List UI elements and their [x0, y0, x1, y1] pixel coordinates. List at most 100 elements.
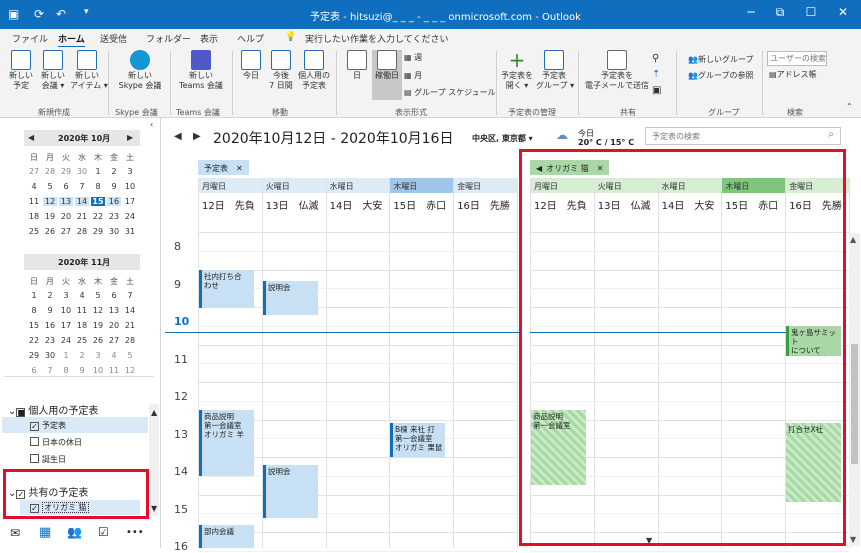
mini-cal-day[interactable]: 14 [123, 306, 137, 315]
prev-week-icon[interactable]: ◀ [174, 131, 182, 142]
scroll-down-icon[interactable]: ▼ [151, 504, 157, 513]
mini-cal-day[interactable]: 8 [59, 366, 73, 375]
mini-cal-day[interactable]: 24 [123, 212, 137, 221]
tell-me-box[interactable]: 実行したい作業を入力してください [305, 32, 448, 45]
personal-calendars-group[interactable]: ⌄■ 個人用の予定表 [8, 402, 98, 417]
open-calendar-button[interactable]: + 予定表を 開く ▾ [500, 50, 534, 91]
mini-cal-day[interactable]: 9 [75, 366, 89, 375]
mini-cal-day[interactable]: 20 [107, 321, 121, 330]
mini-cal-day[interactable]: 16 [107, 197, 121, 206]
mini-cal-day[interactable]: 19 [91, 321, 105, 330]
tab-send-receive[interactable]: 送受信 [100, 32, 127, 45]
mini-cal-day[interactable]: 27 [59, 227, 73, 236]
mini-cal-day[interactable]: 25 [75, 336, 89, 345]
next-7-days-button[interactable]: 今後 7 日間 [266, 50, 296, 91]
search-icon[interactable]: ⌕ [828, 129, 834, 140]
mini-cal-day[interactable]: 15 [91, 197, 105, 206]
scroll-down-icon[interactable]: ▼ [850, 535, 856, 544]
mini-cal-day[interactable]: 3 [123, 167, 137, 176]
teams-meeting-button[interactable]: 新しい Teams 会議 [174, 50, 228, 91]
mini-cal-day[interactable]: 5 [43, 182, 57, 191]
close-tab-icon[interactable]: ✕ [236, 164, 243, 173]
mini-cal-day[interactable]: 5 [91, 291, 105, 300]
checkbox[interactable] [30, 437, 39, 446]
mini-cal-day[interactable]: 10 [123, 182, 137, 191]
collapse-ribbon-icon[interactable]: ⌃ [846, 102, 853, 111]
customize-icon[interactable]: ▾ [84, 7, 89, 17]
today-button[interactable]: 今日 [238, 50, 264, 81]
mini-cal-day[interactable]: 31 [123, 227, 137, 236]
mini-cal-day[interactable]: 28 [123, 336, 137, 345]
mini-cal-day[interactable]: 7 [123, 291, 137, 300]
mini-cal-day[interactable]: 5 [123, 351, 137, 360]
mini-cal-day[interactable]: 8 [91, 182, 105, 191]
mini-cal-day[interactable]: 23 [43, 336, 57, 345]
mini-cal-day[interactable]: 22 [91, 212, 105, 221]
next-week-icon[interactable]: ▶ [193, 131, 201, 142]
personal-calendar-button[interactable]: 個人用の 予定表 [297, 50, 331, 91]
tab-view[interactable]: 表示 [200, 32, 218, 45]
mini-cal-day[interactable]: 8 [27, 306, 41, 315]
mini-cal-day[interactable]: 4 [107, 351, 121, 360]
mini-cal-day[interactable]: 15 [27, 321, 41, 330]
calendar-search-input[interactable]: 予定表の検索 ⌕ [645, 127, 841, 145]
work-week-button[interactable]: 稼働日 [372, 50, 402, 100]
my-calendar-tab[interactable]: 予定表 ✕ [198, 160, 249, 175]
mini-cal-day[interactable]: 26 [43, 227, 57, 236]
mini-cal-day[interactable]: 4 [27, 182, 41, 191]
new-meeting-button[interactable]: 新しい 会議 ▾ [38, 50, 68, 91]
minimize-button[interactable]: ─ [736, 5, 766, 19]
calendar-event[interactable]: 社内打ち合 わせ [199, 270, 254, 308]
calendar-item-holidays[interactable]: 日本の休日 [30, 437, 82, 448]
group-checkbox[interactable]: ■ [16, 408, 26, 417]
mini-cal-day[interactable]: 12 [91, 306, 105, 315]
calendar-event[interactable]: 説明会 [263, 465, 318, 518]
permissions-icon[interactable]: ▣ [652, 85, 661, 96]
publish-icon[interactable]: ⇡ [652, 69, 660, 80]
mini-cal-day[interactable]: 2 [107, 167, 121, 176]
mini-cal-day[interactable]: 18 [75, 321, 89, 330]
date-cell[interactable]: 12日 先負 [198, 197, 262, 212]
refresh-icon[interactable]: ⟳ [34, 7, 44, 21]
mini-cal-day[interactable]: 29 [27, 351, 41, 360]
tab-folder[interactable]: フォルダー [146, 32, 191, 45]
calendar-event[interactable]: 部内会議 [199, 525, 254, 548]
calendar-event[interactable]: B棟 来社 打 第一会議室 オリガミ 栗鼠 [390, 423, 445, 457]
calendar-event[interactable]: 商品説明 第一会議室 オリガミ 羊 [199, 410, 254, 476]
mini-cal-day[interactable]: 1 [27, 291, 41, 300]
mini-cal-day[interactable]: 4 [75, 291, 89, 300]
mini-cal-day[interactable]: 20 [59, 212, 73, 221]
mini-cal-day[interactable]: 12 [43, 197, 57, 206]
mini-cal-day[interactable]: 1 [59, 351, 73, 360]
scroll-up-icon[interactable]: ▲ [850, 235, 856, 244]
calendar-event[interactable]: 説明会 [263, 281, 318, 315]
address-book-button[interactable]: ▤アドレス帳 [769, 69, 817, 80]
skype-meeting-button[interactable]: 新しい Skype 会議 [112, 50, 168, 91]
mini-cal-day[interactable]: 28 [43, 167, 57, 176]
mini-cal-day[interactable]: 21 [75, 212, 89, 221]
mini-cal-day[interactable]: 6 [59, 182, 73, 191]
checkbox[interactable] [30, 454, 39, 463]
collapse-pane-icon[interactable]: ‹ [150, 120, 153, 129]
close-button[interactable]: ✕ [828, 5, 858, 19]
mini-cal-day[interactable]: 27 [27, 167, 41, 176]
mini-cal-day[interactable]: 14 [75, 197, 89, 206]
mini-cal-day[interactable]: 11 [27, 197, 41, 206]
new-appointment-button[interactable]: 新しい 予定 [6, 50, 36, 91]
folder-scrollbar[interactable] [149, 404, 159, 516]
date-cell[interactable]: 15日 赤口 [389, 197, 453, 212]
mini-cal-day[interactable]: 7 [43, 366, 57, 375]
ribbon-display-icon[interactable]: ⧉ [765, 5, 795, 20]
tasks-icon[interactable]: ☑ [98, 525, 109, 539]
mini-cal-day[interactable]: 1 [91, 167, 105, 176]
mini-cal-day[interactable]: 11 [107, 366, 121, 375]
calendar-item-birthdays[interactable]: 誕生日 [30, 454, 66, 465]
mini-cal-day[interactable]: 16 [43, 321, 57, 330]
mini-cal-day[interactable]: 27 [107, 336, 121, 345]
search-people-input[interactable]: ユーザーの検索 [767, 51, 827, 66]
scroll-up-icon[interactable]: ▲ [151, 408, 157, 417]
week-view-button[interactable]: ▦ 週 [404, 52, 422, 63]
mini-cal-day[interactable]: 2 [43, 291, 57, 300]
day-view-button[interactable]: 日 [344, 50, 370, 81]
mini-cal-day[interactable]: 30 [107, 227, 121, 236]
